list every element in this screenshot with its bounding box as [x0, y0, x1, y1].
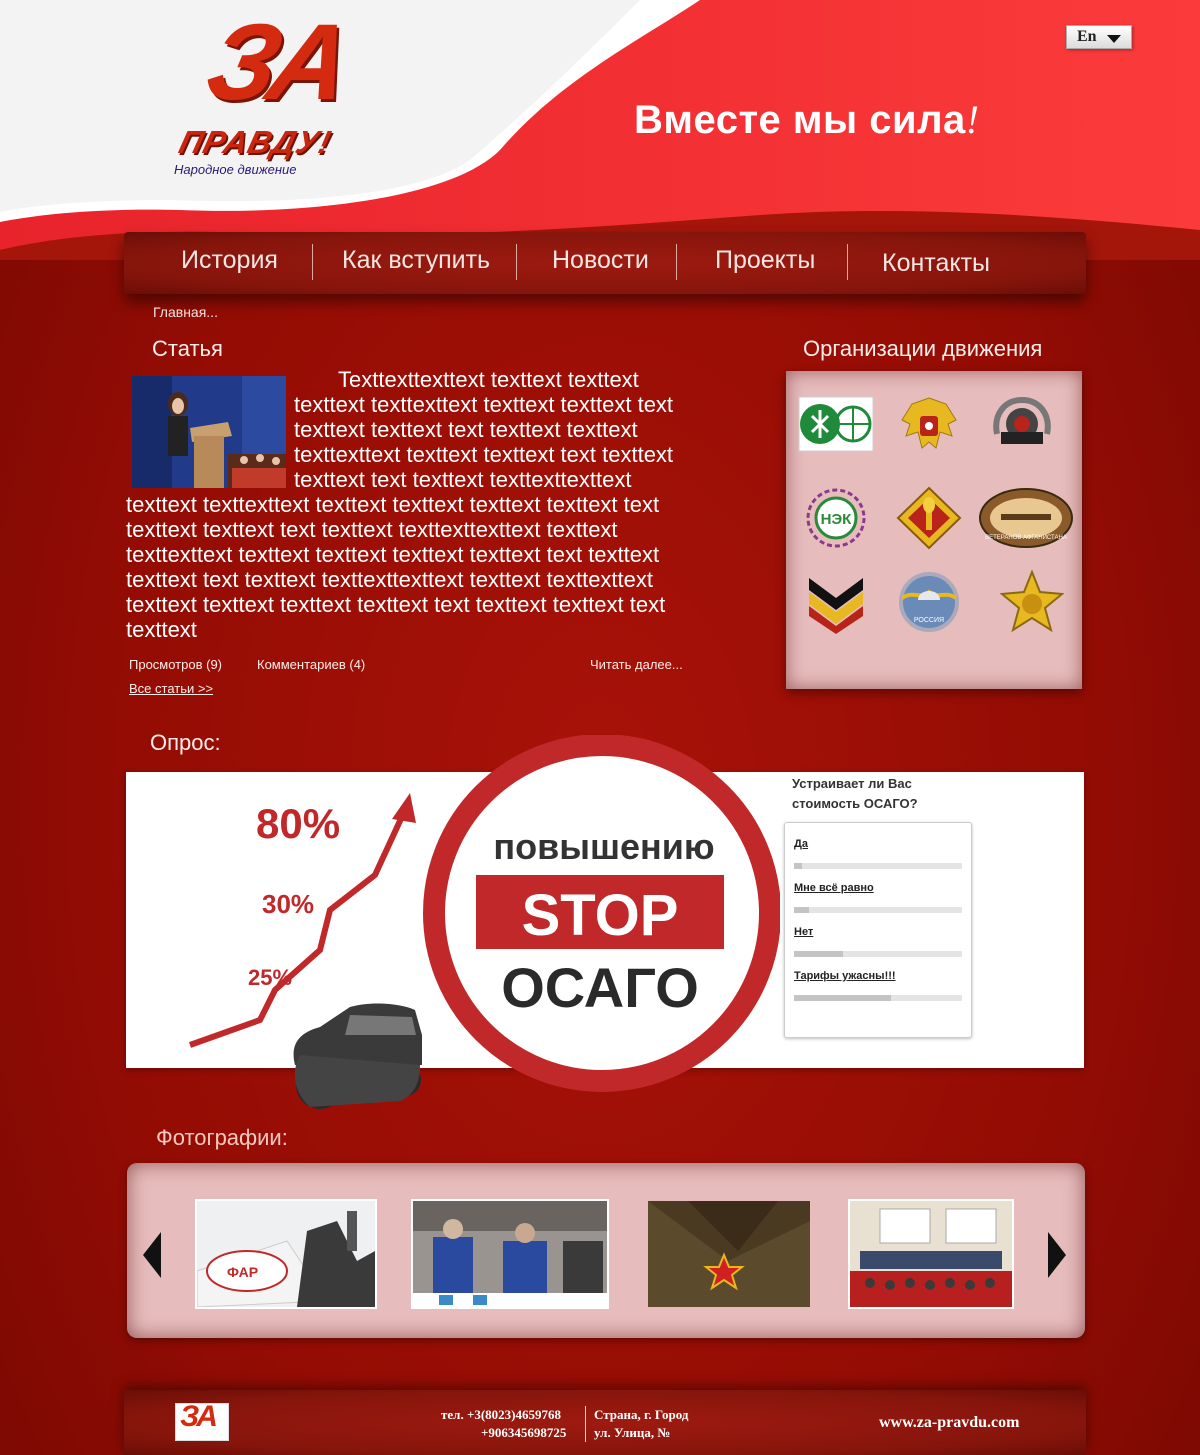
- carousel-prev-arrow-icon[interactable]: [143, 1232, 161, 1278]
- poll-fill-no: [794, 951, 843, 957]
- nav-divider: [516, 244, 517, 280]
- double-eagle-emblem-icon[interactable]: [889, 389, 969, 459]
- photo-thumb-1[interactable]: ФАР: [195, 1199, 377, 1309]
- footer-logo[interactable]: ЗА: [175, 1400, 229, 1441]
- nav-divider: [847, 244, 848, 280]
- poll-question: Устраивает ли Вас стоимость ОСАГО?: [792, 776, 918, 811]
- footer-phone-2: +906345698725: [481, 1425, 567, 1440]
- poll-fill-yes: [794, 863, 803, 869]
- veterans-afghanistan-emblem-icon[interactable]: ВЕТЕРАНОВ АФГАНИСТАНА: [974, 483, 1078, 553]
- nav-item-join[interactable]: Как вступить: [342, 248, 490, 273]
- poll-bar-yes: [794, 863, 962, 869]
- footer-address-2: ул. Улица, №: [594, 1425, 671, 1440]
- footer-logo-text: ЗА: [180, 1400, 218, 1433]
- nav-item-news[interactable]: Новости: [552, 248, 649, 273]
- logo-tagline: Народное движение: [174, 162, 297, 177]
- read-more-link[interactable]: Читать далее...: [590, 657, 683, 672]
- photos-section-title: Фотографии:: [156, 1125, 288, 1150]
- chevron-emblem-icon[interactable]: [796, 567, 876, 637]
- article-section-title: Статья: [152, 336, 223, 361]
- footer-address-1: Страна, г. Город: [594, 1407, 689, 1422]
- photo-thumb-3[interactable]: [646, 1199, 812, 1309]
- nav-divider: [676, 244, 677, 280]
- article-comments[interactable]: Комментариев (4): [257, 657, 365, 672]
- veterans-emblem-text: ВЕТЕРАНОВ АФГАНИСТАНА: [985, 535, 1067, 541]
- logo-sub-text: ПРАВДУ!: [175, 124, 336, 160]
- site-logo[interactable]: ЗА ПРАВДУ! Народное движение: [170, 1, 420, 183]
- poll-options-box: Да Мне всё равно Нет Тарифы ужасны!!!: [784, 822, 972, 1038]
- image-spacer: [126, 367, 294, 491]
- language-select[interactable]: En: [1066, 25, 1132, 49]
- poll-option-terrible[interactable]: Тарифы ужасны!!!: [794, 971, 896, 982]
- oak-leaf-globe-emblem-icon[interactable]: [796, 389, 876, 459]
- conference-hall-photo-icon: [850, 1201, 1012, 1307]
- chevron-down-icon: [1107, 35, 1121, 43]
- carousel-next-arrow-icon[interactable]: [1048, 1232, 1066, 1278]
- slogan-exclamation: !: [965, 97, 980, 142]
- site-header: ЗА ПРАВДУ! Народное движение Вместе мы с…: [0, 0, 1200, 260]
- banner-top-word: повышению: [493, 826, 714, 867]
- footer-website-link[interactable]: www.za-pravdu.com: [879, 1414, 1019, 1432]
- poll-option-no[interactable]: Нет: [794, 927, 813, 938]
- poll-fill-indifferent: [794, 907, 810, 913]
- osago-banner-graphic: 80% 30% 25% повышению STOP ОСАГО: [188, 735, 780, 1109]
- nek-emblem-text: НЭК: [821, 511, 853, 528]
- poll-bar-no: [794, 951, 962, 957]
- poll-fill-terrible: [794, 995, 892, 1001]
- nav-item-contacts[interactable]: Контакты: [882, 251, 990, 276]
- photo-thumb-2[interactable]: [411, 1199, 609, 1309]
- orgs-panel: НЭК ВЕТЕРАНОВ АФГАНИСТАНА РОССИЯ: [786, 371, 1082, 689]
- slogan-text: Вместе мы сила: [634, 98, 966, 142]
- red-star-uniform-photo-icon: [648, 1201, 810, 1307]
- language-value: En: [1077, 28, 1097, 45]
- gold-star-emblem-icon[interactable]: [992, 567, 1072, 637]
- breadcrumb[interactable]: Главная...: [153, 304, 218, 320]
- poll-option-yes[interactable]: Да: [794, 839, 808, 850]
- paratroopers-emblem-icon[interactable]: РОССИЯ: [889, 567, 969, 637]
- pct-25-label: 25%: [248, 965, 292, 990]
- photo-thumb-4[interactable]: [848, 1199, 1014, 1309]
- all-articles-link[interactable]: Все статьи >>: [129, 681, 213, 696]
- svg-text:ФАР: ФАР: [227, 1264, 258, 1280]
- wreath-emblem-icon[interactable]: [982, 389, 1062, 459]
- monument-flag-photo-icon: ФАР: [197, 1201, 375, 1307]
- nav-divider: [312, 244, 313, 280]
- torch-emblem-icon[interactable]: [889, 483, 969, 553]
- footer-phone-1: тел. +3(8023)4659768: [441, 1407, 562, 1422]
- logo-main-text: ЗА: [197, 1, 355, 122]
- nav-item-history[interactable]: История: [181, 248, 278, 273]
- article-views: Просмотров (9): [129, 657, 223, 672]
- paratroopers-emblem-text: РОССИЯ: [914, 617, 944, 624]
- poll-bar-terrible: [794, 995, 962, 1001]
- header-slogan: Вместе мы сила!: [634, 97, 980, 142]
- banner-stop-word: STOP: [522, 883, 679, 948]
- pct-30-label: 30%: [262, 889, 314, 919]
- main-nav: История Как вступить Новости Проекты Кон…: [124, 232, 1086, 294]
- street-volunteers-photo-icon: [413, 1201, 607, 1307]
- article-body: Texttexttexttext texttext texttext textt…: [126, 367, 692, 642]
- banner-bottom-word: ОСАГО: [501, 956, 699, 1019]
- footer-divider: [585, 1406, 586, 1442]
- poll-bar-indifferent: [794, 907, 962, 913]
- poll-option-indifferent[interactable]: Мне всё равно: [794, 883, 874, 894]
- orgs-section-title: Организации движения: [803, 336, 1043, 361]
- nav-item-projects[interactable]: Проекты: [715, 248, 815, 273]
- nek-emblem-icon[interactable]: НЭК: [796, 483, 876, 553]
- pct-80-label: 80%: [256, 800, 340, 847]
